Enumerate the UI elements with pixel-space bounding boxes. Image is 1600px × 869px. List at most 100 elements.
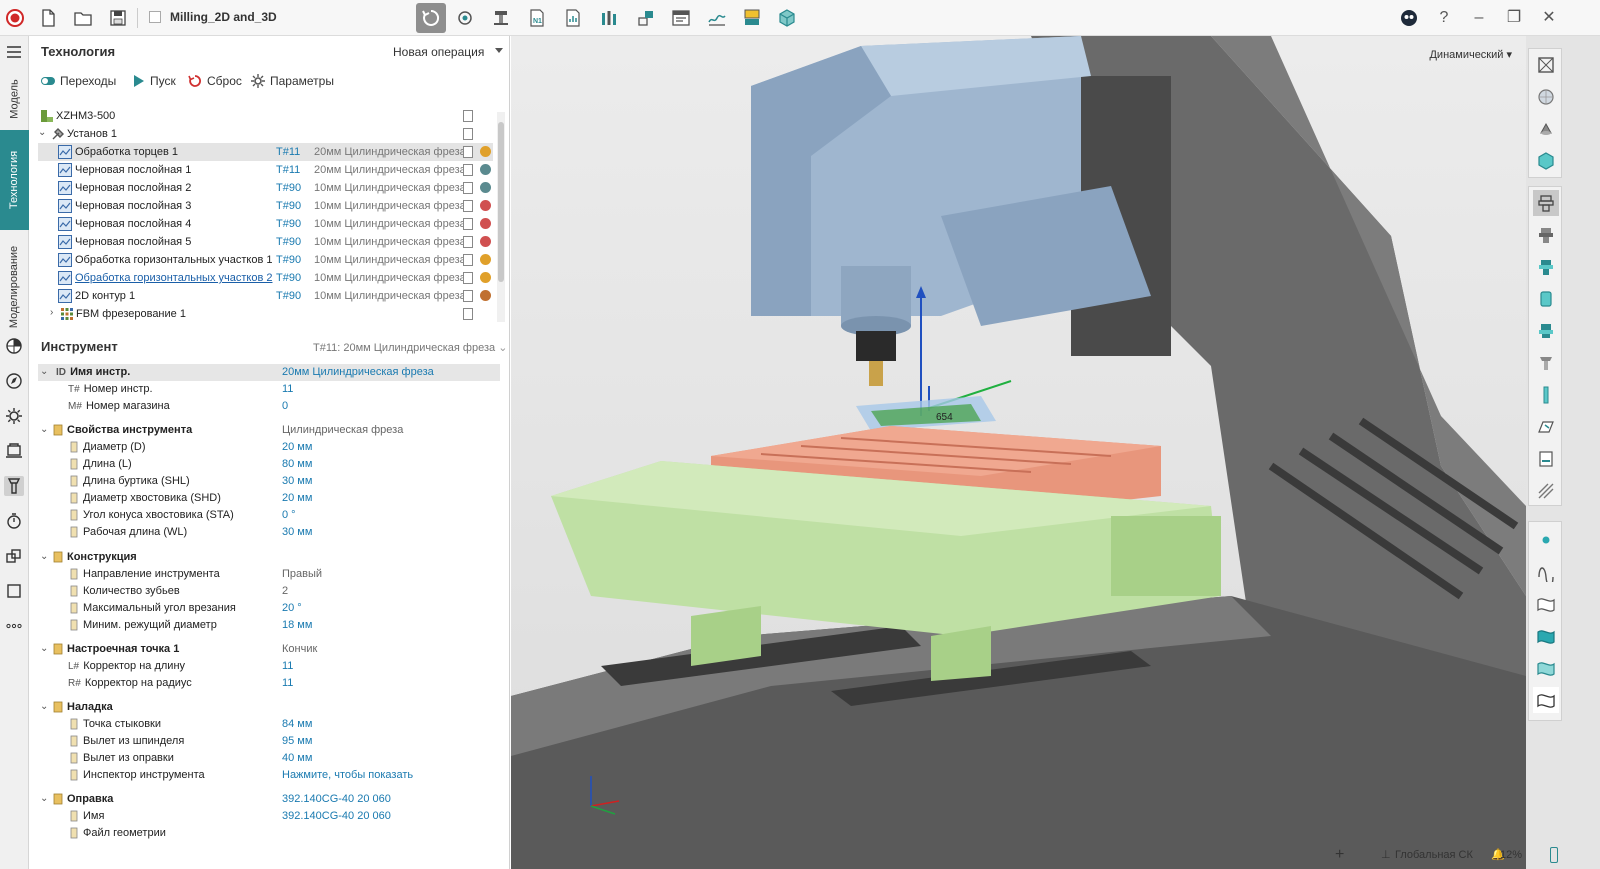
fit-view-icon[interactable] — [1533, 52, 1559, 78]
spindle-icon[interactable] — [1533, 222, 1559, 248]
cylinder-icon[interactable] — [1533, 286, 1559, 312]
property-row[interactable]: Длина буртика (SHL) 30 мм — [38, 473, 500, 490]
property-value[interactable]: Правый — [282, 568, 322, 580]
compass-icon[interactable] — [4, 371, 24, 391]
property-value[interactable]: 392.140CG-40 20 060 — [282, 793, 391, 805]
document-icon[interactable] — [463, 164, 473, 176]
tool-teal-icon[interactable] — [1533, 254, 1559, 280]
shaded-view-icon[interactable] — [1533, 116, 1559, 142]
path-curve-icon[interactable] — [1533, 559, 1559, 585]
property-value[interactable]: 80 мм — [282, 458, 312, 470]
new-operation-dropdown[interactable]: Новая операция — [393, 45, 484, 59]
property-value[interactable]: 20 ° — [282, 602, 302, 614]
material-icon[interactable] — [4, 336, 24, 356]
tree-operation-row[interactable]: Черновая послойная 2 T#90 10мм Цилиндричес… — [38, 179, 493, 197]
timer-icon[interactable] — [4, 511, 24, 531]
tree-operation-row[interactable]: Обработка торцев 1 T#11 20мм Цилиндрическа… — [38, 143, 493, 161]
chevron-down-icon[interactable] — [495, 48, 503, 53]
point-icon[interactable] — [1533, 527, 1559, 553]
document-icon[interactable] — [463, 128, 473, 140]
setup-icon[interactable] — [633, 5, 659, 31]
property-value[interactable]: 95 мм — [282, 735, 312, 747]
document-icon[interactable] — [463, 254, 473, 266]
chevron-right-icon[interactable]: › — [50, 308, 60, 318]
property-value[interactable]: 2 — [282, 585, 288, 597]
property-value[interactable]: 20мм Цилиндрическая фреза — [282, 366, 434, 378]
tree-scrollbar[interactable] — [497, 112, 505, 322]
property-value[interactable]: 0 ° — [282, 509, 296, 521]
tree-fbm-node[interactable]: › FBM фрезерование 1 — [38, 305, 493, 323]
property-row[interactable]: Точка стыковки 84 мм — [38, 716, 500, 733]
chevron-down-icon[interactable]: ⌄ — [40, 551, 48, 562]
property-value[interactable]: 392.140CG-40 20 060 — [282, 810, 391, 822]
open-folder-icon[interactable] — [70, 5, 96, 31]
property-value[interactable]: 20 мм — [282, 492, 312, 504]
tool-icon[interactable] — [4, 476, 24, 496]
property-row[interactable]: Количество зубьев 2 — [38, 583, 500, 600]
tool-holder-icon[interactable] — [1533, 190, 1559, 216]
property-value[interactable]: 20 мм — [282, 441, 312, 453]
property-value[interactable]: 11 — [282, 677, 293, 689]
tool-library-icon[interactable] — [596, 5, 622, 31]
property-row[interactable]: Имя 392.140CG-40 20 060 — [38, 808, 500, 825]
property-row[interactable]: T# Номер инстр. 11 — [38, 381, 500, 398]
property-row[interactable]: Вылет из шпинделя 95 мм — [38, 733, 500, 750]
property-row[interactable]: Угол конуса хвостовика (STA) 0 ° — [38, 507, 500, 524]
close-button[interactable]: ✕ — [1538, 7, 1560, 29]
nc-program-icon[interactable]: N1 — [524, 5, 550, 31]
chevron-down-icon[interactable]: ⌄ — [40, 424, 48, 435]
tree-operation-row[interactable]: Черновая послойная 3 T#90 10мм Цилиндричес… — [38, 197, 493, 215]
tree-operation-row[interactable]: Обработка горизонтальных участков 1 T#90 1… — [38, 251, 493, 269]
document-icon[interactable] — [463, 146, 473, 158]
document-icon[interactable] — [463, 272, 473, 284]
document-icon[interactable] — [463, 182, 473, 194]
view-mode-dropdown[interactable]: Динамический ▾ — [1429, 48, 1512, 61]
add-icon[interactable]: + — [1335, 846, 1344, 864]
property-group-row[interactable]: ⌄ Свойства инструмента Цилиндрическая фрез… — [38, 422, 500, 439]
simulation-icon[interactable] — [452, 5, 478, 31]
document-icon[interactable] — [463, 308, 473, 320]
property-value[interactable]: 84 мм — [282, 718, 312, 730]
frame-icon[interactable] — [4, 581, 24, 601]
tree-operation-row[interactable]: 2D контур 1 T#90 10мм Цилиндрическая фреза — [38, 287, 493, 305]
property-value[interactable]: Цилиндрическая фреза — [282, 424, 403, 436]
property-row[interactable]: Вылет из оправки 40 мм — [38, 750, 500, 767]
property-row[interactable]: Диаметр хвостовика (SHD) 20 мм — [38, 490, 500, 507]
property-value[interactable]: Нажмите, чтобы показать — [282, 769, 413, 781]
tree-operation-row[interactable]: Обработка горизонтальных участков 2 T#90 1… — [38, 269, 493, 287]
property-row[interactable]: Диаметр (D) 20 мм — [38, 439, 500, 456]
chevron-down-icon[interactable]: ⌄ — [38, 128, 48, 138]
report-icon[interactable] — [560, 5, 586, 31]
transitions-toggle[interactable]: Переходы — [41, 74, 116, 88]
new-file-icon[interactable] — [35, 5, 61, 31]
document-icon[interactable] — [463, 200, 473, 212]
drill-icon[interactable] — [1533, 350, 1559, 376]
property-value[interactable]: 18 мм — [282, 619, 312, 631]
tab-technology[interactable]: Технология — [0, 130, 29, 230]
machine-panel-icon[interactable] — [739, 5, 765, 31]
tool-shank-icon[interactable] — [1533, 382, 1559, 408]
analysis-icon[interactable] — [704, 5, 730, 31]
tab-modeling[interactable]: Моделирование — [0, 232, 29, 342]
property-row[interactable]: Инспектор инструмента Нажмите, чтобы пока… — [38, 767, 500, 784]
property-value[interactable]: 11 — [282, 660, 293, 672]
chevron-down-icon[interactable]: ⌄ — [40, 366, 48, 377]
property-value[interactable]: 30 мм — [282, 475, 312, 487]
property-row[interactable]: M# Номер магазина 0 — [38, 398, 500, 415]
property-group-row[interactable]: ⌄ ID Имя инстр. 20мм Цилиндрическая фреза — [38, 364, 500, 381]
tree-operation-row[interactable]: Черновая послойная 4 T#90 10мм Цилиндричес… — [38, 215, 493, 233]
document-icon[interactable] — [463, 218, 473, 230]
property-group-row[interactable]: ⌄ Оправка 392.140CG-40 20 060 — [38, 791, 500, 808]
property-row[interactable]: Длина (L) 80 мм — [38, 456, 500, 473]
cube-icon[interactable] — [1533, 148, 1559, 174]
app-logo-icon[interactable] — [2, 5, 28, 31]
surface-light-icon[interactable] — [1533, 655, 1559, 681]
property-group-row[interactable]: ⌄ Наладка — [38, 699, 500, 716]
property-row[interactable]: Максимальный угол врезания 20 ° — [38, 600, 500, 617]
workpiece-icon[interactable] — [1533, 414, 1559, 440]
document-icon[interactable] — [463, 236, 473, 248]
start-button[interactable]: Пуск — [131, 74, 176, 88]
surface-outline-icon[interactable] — [1533, 687, 1559, 713]
document-checkbox[interactable] — [149, 11, 161, 23]
property-row[interactable]: L# Корректор на длину 11 — [38, 658, 500, 675]
